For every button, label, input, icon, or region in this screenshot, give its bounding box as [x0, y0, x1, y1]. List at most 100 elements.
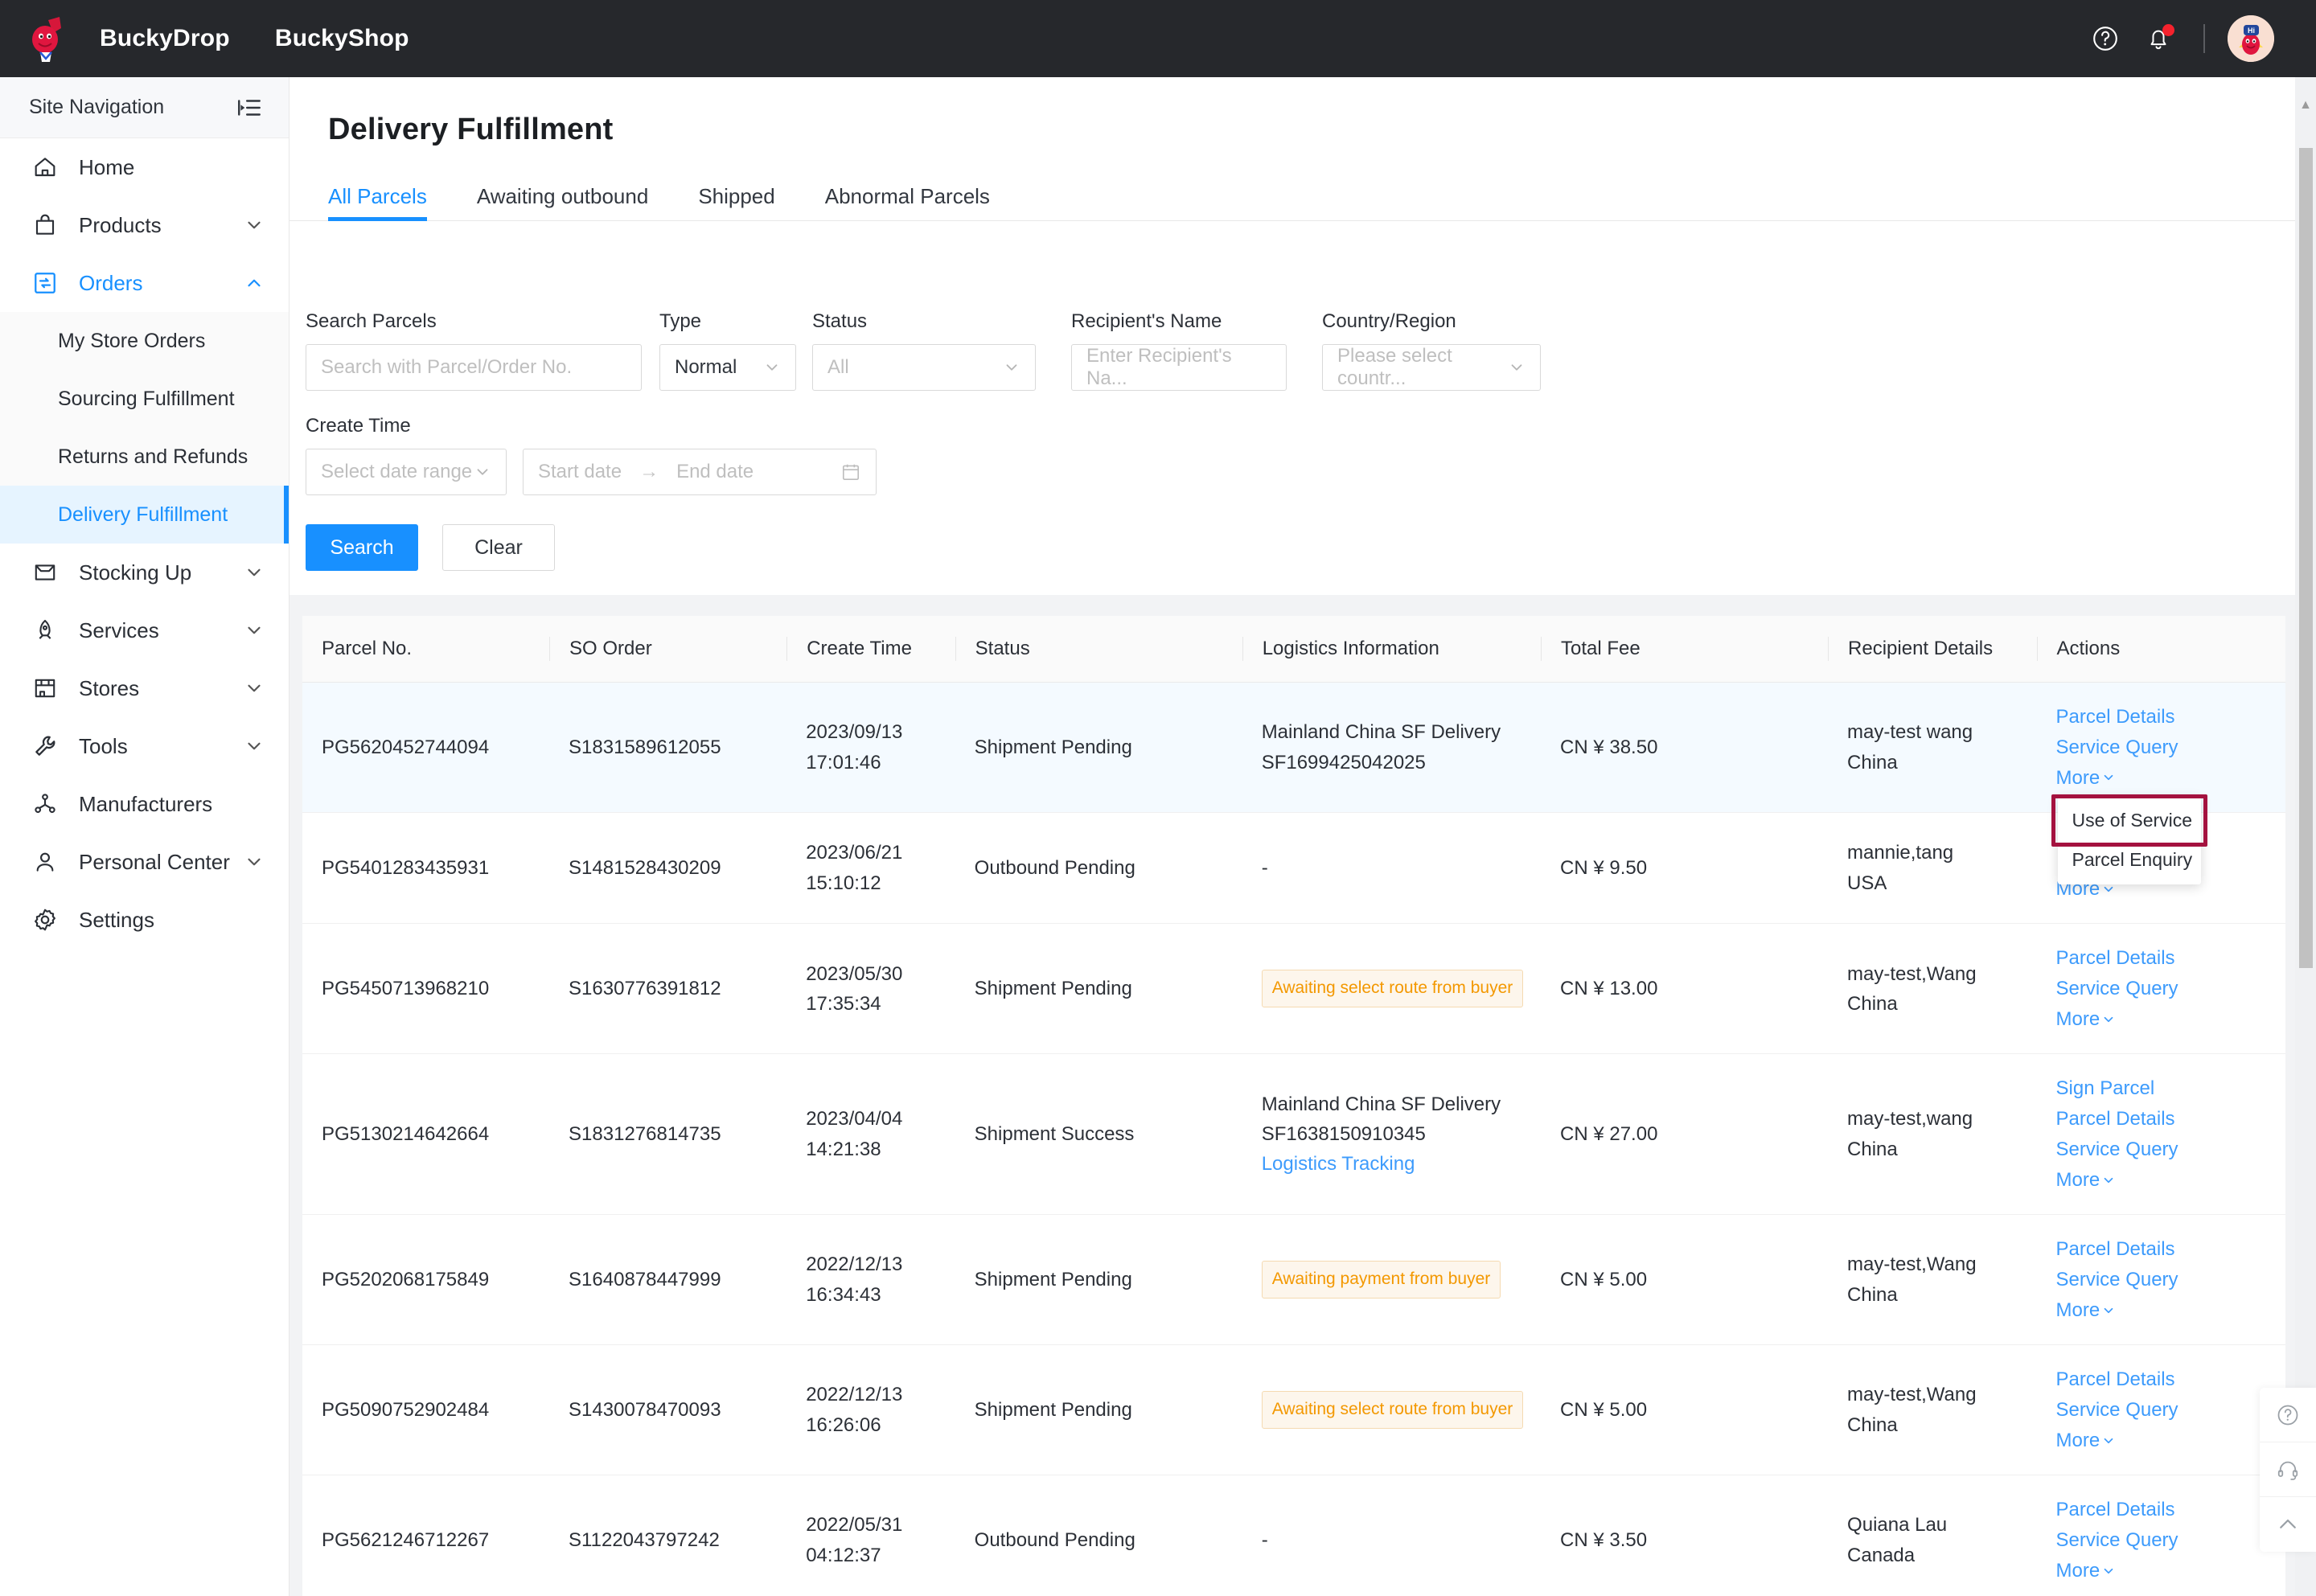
search-button[interactable]: Search [306, 524, 418, 571]
action-more[interactable]: More [2056, 1295, 2117, 1325]
brand-primary[interactable]: BuckyDrop [100, 25, 230, 52]
sidebar-item-personal-center[interactable]: Personal Center [0, 833, 289, 891]
action-service-query[interactable]: Service Query [2056, 974, 2267, 1004]
sidebar-item-orders[interactable]: Orders [0, 254, 289, 312]
headset-icon[interactable] [2260, 1442, 2316, 1497]
action-parcel-details[interactable]: Parcel Details [2056, 943, 2267, 974]
sidebar-item-label: Services [79, 617, 159, 642]
action-service-query[interactable]: Service Query [2056, 1395, 2267, 1426]
recipient-name-input[interactable]: Enter Recipient's Na... [1071, 344, 1287, 391]
sidebar-item-stores[interactable]: Stores [0, 659, 289, 717]
recipient-name: mannie,tang [1847, 842, 1954, 864]
cell-logistics: Awaiting select route from buyer [1242, 1344, 1542, 1476]
filter-row-2: Create Time Select date range Start date… [290, 415, 2316, 495]
date-range-picker[interactable]: Start date → End date [523, 449, 877, 495]
sidebar-item-settings[interactable]: Settings [0, 891, 289, 949]
table-row[interactable]: PG5621246712267 S1122043797242 2022/05/3… [302, 1475, 2285, 1596]
sidebar-item-sourcing-fulfillment[interactable]: Sourcing Fulfillment [0, 370, 289, 428]
question-circle-icon[interactable] [2083, 16, 2128, 61]
action-more[interactable]: More [2056, 1556, 2117, 1586]
avatar[interactable]: Hi [2228, 15, 2274, 62]
action-parcel-details[interactable]: Parcel Details [2056, 1234, 2267, 1265]
status-field: Status All [812, 310, 1053, 391]
date-range-select[interactable]: Select date range [306, 449, 507, 495]
recipient-name: may-test,Wang [1847, 962, 1977, 985]
brand-secondary[interactable]: BuckyShop [275, 25, 409, 52]
menu-fold-icon[interactable] [236, 94, 263, 121]
status-badge: Awaiting payment from buyer [1261, 1261, 1501, 1299]
submenu-item-label: My Store Orders [58, 329, 206, 352]
buckydrop-logo-icon[interactable] [24, 12, 77, 65]
menu-item-use-of-service[interactable]: Use of Service [2058, 801, 2201, 840]
sidebar-item-returns-and-refunds[interactable]: Returns and Refunds [0, 428, 289, 486]
type-select[interactable]: Normal [659, 344, 796, 391]
cell-logistics: Awaiting select route from buyer [1242, 923, 1542, 1055]
sidebar-item-products[interactable]: Products [0, 196, 289, 254]
cell-so-order: S1481528430209 [549, 812, 787, 925]
action-parcel-details[interactable]: Parcel Details [2056, 1364, 2267, 1395]
menu-item-parcel-enquiry[interactable]: Parcel Enquiry [2058, 840, 2201, 880]
page-scrollbar[interactable]: ▲ [2295, 77, 2316, 1596]
question-circle-icon[interactable] [2260, 1388, 2316, 1442]
action-service-query[interactable]: Service Query [2056, 1265, 2267, 1295]
action-more[interactable]: More [2056, 1165, 2117, 1195]
country-region-label: Country/Region [1322, 310, 1456, 332]
action-service-query[interactable]: Service Query [2056, 1525, 2267, 1556]
table-row[interactable]: PG5450713968210 S1630776391812 2023/05/3… [302, 923, 2285, 1055]
cell-parcel-no: PG5620452744094 [302, 682, 550, 813]
tab-awaiting-outbound[interactable]: Awaiting outbound [477, 184, 648, 220]
sidebar-item-home[interactable]: Home [0, 138, 289, 196]
scrollbar-thumb[interactable] [2299, 148, 2313, 968]
search-input[interactable]: Search with Parcel/Order No. [306, 344, 642, 391]
page-title: Delivery Fulfillment [328, 113, 614, 146]
cell-logistics: - [1242, 1475, 1542, 1596]
action-more[interactable]: More [2056, 763, 2117, 793]
table-row[interactable]: PG5202068175849 S1640878447999 2022/12/1… [302, 1214, 2285, 1346]
scroll-up-arrow[interactable]: ▲ [2295, 98, 2316, 113]
table-row[interactable]: PG5620452744094 S1831589612055 2023/09/1… [302, 682, 2285, 813]
cell-status: Shipment Pending [955, 1344, 1242, 1476]
chevron-down-icon [2104, 1307, 2113, 1313]
bell-icon[interactable] [2136, 16, 2181, 61]
action-sign-parcel[interactable]: Sign Parcel [2056, 1073, 2267, 1104]
action-service-query[interactable]: Service Query [2056, 732, 2267, 763]
sidebar-item-tools[interactable]: Tools [0, 717, 289, 775]
cell-parcel-no: PG5450713968210 [302, 923, 550, 1055]
create-clock: 17:35:34 [806, 992, 881, 1015]
cell-create-time: 2023/09/13 17:01:46 [786, 682, 955, 813]
action-parcel-details[interactable]: Parcel Details [2056, 1495, 2267, 1525]
recipient-name: may-test wang [1847, 721, 1973, 744]
table-row[interactable]: PG5090752902484 S1430078470093 2022/12/1… [302, 1344, 2285, 1476]
cell-so-order: S1831276814735 [549, 1053, 787, 1216]
sidebar-item-delivery-fulfillment[interactable]: Delivery Fulfillment [0, 486, 289, 544]
chevron-down-icon [244, 215, 265, 236]
recipient-country: China [1847, 1283, 1898, 1306]
sidebar-item-manufacturers[interactable]: Manufacturers [0, 775, 289, 833]
filter-row-1: Search Parcels Search with Parcel/Order … [290, 310, 2316, 391]
clear-button[interactable]: Clear [442, 524, 555, 571]
country-region-select[interactable]: Please select countr... [1322, 344, 1541, 391]
more-dropdown-menu[interactable]: Use of Service Parcel Enquiry [2057, 796, 2201, 884]
tab-all-parcels[interactable]: All Parcels [328, 184, 427, 221]
action-parcel-details[interactable]: Parcel Details [2056, 702, 2267, 732]
action-more[interactable]: More [2056, 1004, 2117, 1034]
end-date-input[interactable]: End date [676, 461, 754, 483]
sidebar-item-my-store-orders[interactable]: My Store Orders [0, 312, 289, 370]
sidebar-item-services[interactable]: Services [0, 601, 289, 659]
sidebar-item-stocking-up[interactable]: Stocking Up [0, 544, 289, 601]
status-select[interactable]: All [812, 344, 1036, 391]
tab-shipped[interactable]: Shipped [698, 184, 774, 220]
logistics-tracking-link[interactable]: Logistics Tracking [1262, 1149, 1521, 1180]
action-parcel-details[interactable]: Parcel Details [2056, 1104, 2267, 1134]
tab-abnormal-parcels[interactable]: Abnormal Parcels [825, 184, 990, 220]
sidebar-item-label: Stocking Up [79, 560, 192, 585]
type-label: Type [659, 310, 702, 332]
action-more[interactable]: More [2056, 1426, 2117, 1455]
table-row[interactable]: PG5401283435931 S1481528430209 2023/06/2… [302, 812, 2285, 925]
action-service-query[interactable]: Service Query [2056, 1134, 2267, 1165]
chevron-up-icon[interactable] [2260, 1497, 2316, 1552]
orders-submenu: My Store Orders Sourcing Fulfillment Ret… [0, 312, 289, 544]
table-row[interactable]: PG5130214642664 S1831276814735 2023/04/0… [302, 1053, 2285, 1216]
create-clock: 16:34:43 [806, 1283, 881, 1306]
start-date-input[interactable]: Start date [538, 461, 622, 483]
